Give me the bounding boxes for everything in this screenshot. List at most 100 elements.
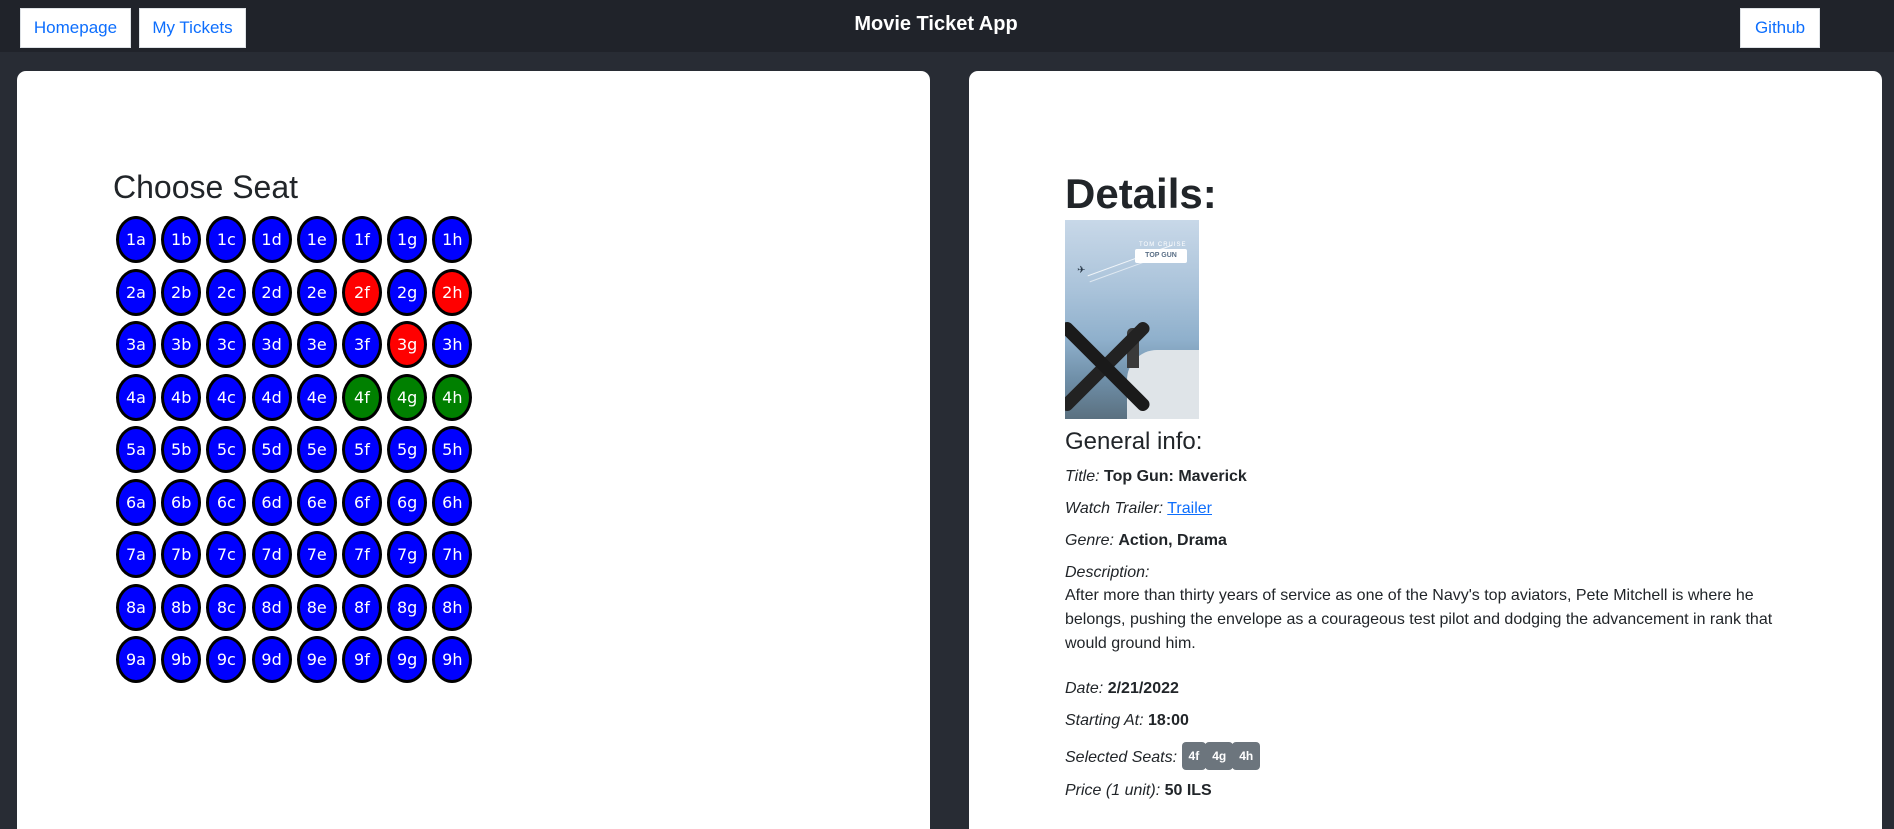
- title-line: Title: Top Gun: Maverick: [1065, 466, 1785, 488]
- selected-seats-badges: 4f 4g 4h: [1181, 742, 1261, 770]
- seat-7g[interactable]: 7g: [387, 531, 428, 578]
- seat-1b[interactable]: 1b: [161, 216, 202, 263]
- seat-2d[interactable]: 2d: [251, 268, 292, 316]
- date-value: 2/21/2022: [1107, 680, 1179, 697]
- movie-poster: ✈ TOM CRUISE TOP GUN: [1065, 220, 1199, 419]
- seat-badge: 4h: [1232, 742, 1261, 770]
- seat-7d[interactable]: 7d: [251, 531, 292, 578]
- seat-5h[interactable]: 5h: [432, 426, 473, 473]
- seat-8g[interactable]: 8g: [387, 583, 428, 631]
- description-label: Description:: [1065, 564, 1150, 581]
- seat-8a[interactable]: 8a: [116, 583, 156, 631]
- seat-8b[interactable]: 8b: [161, 583, 202, 631]
- seat-3h[interactable]: 3h: [432, 321, 473, 368]
- poster-logo: TOP GUN: [1135, 249, 1187, 263]
- seat-3a[interactable]: 3a: [116, 321, 156, 368]
- seat-4f[interactable]: 4f: [341, 373, 382, 421]
- seat-row: 7a 7b 7c 7d 7e 7f 7g 7h: [116, 531, 478, 584]
- seat-6h[interactable]: 6h: [432, 478, 473, 526]
- seat-8c[interactable]: 8c: [206, 583, 247, 631]
- seat-5d[interactable]: 5d: [251, 426, 292, 473]
- seat-6d[interactable]: 6d: [251, 478, 292, 526]
- details-section: Details: ✈ TOM CRUISE TOP GUN General in…: [1065, 171, 1785, 812]
- seat-row: 6a 6b 6c 6d 6e 6f 6g 6h: [116, 478, 478, 532]
- seat-3c[interactable]: 3c: [206, 321, 247, 368]
- seat-7c[interactable]: 7c: [206, 531, 247, 578]
- seat-1g[interactable]: 1g: [387, 216, 428, 263]
- selected-seats-line: Selected Seats: 4f 4g 4h: [1065, 742, 1785, 770]
- seat-4b[interactable]: 4b: [161, 373, 202, 421]
- seat-2h[interactable]: 2h: [432, 268, 473, 316]
- seat-2g[interactable]: 2g: [387, 268, 428, 316]
- app-title: Movie Ticket App: [854, 13, 1018, 35]
- seat-2b[interactable]: 2b: [161, 268, 202, 316]
- seat-9d[interactable]: 9d: [251, 636, 292, 683]
- genre-value: Action, Drama: [1118, 532, 1227, 549]
- seat-3d[interactable]: 3d: [251, 321, 292, 368]
- trailer-link[interactable]: Trailer: [1167, 500, 1212, 517]
- seat-6e[interactable]: 6e: [296, 478, 337, 526]
- choose-seat-heading: Choose Seat: [113, 169, 299, 205]
- price-label: Price (1 unit):: [1065, 782, 1161, 799]
- seat-3e[interactable]: 3e: [296, 321, 337, 368]
- seat-9f[interactable]: 9f: [341, 636, 382, 683]
- seat-3b[interactable]: 3b: [161, 321, 202, 368]
- seat-7e[interactable]: 7e: [296, 531, 337, 578]
- date-label: Date:: [1065, 680, 1104, 697]
- seat-9b[interactable]: 9b: [161, 636, 202, 683]
- genre-line: Genre: Action, Drama: [1065, 530, 1785, 552]
- title-label: Title:: [1065, 468, 1100, 485]
- seat-row: 3a 3b 3c 3d 3e 3f 3g 3h: [116, 321, 478, 374]
- seat-1h[interactable]: 1h: [432, 216, 473, 263]
- seat-2f[interactable]: 2f: [341, 268, 382, 316]
- seat-1c[interactable]: 1c: [206, 216, 247, 263]
- seat-8h[interactable]: 8h: [432, 583, 473, 631]
- seat-5a[interactable]: 5a: [116, 426, 156, 473]
- date-line: Date: 2/21/2022: [1065, 678, 1785, 700]
- seat-4h[interactable]: 4h: [432, 373, 473, 421]
- seat-5e[interactable]: 5e: [296, 426, 337, 473]
- seat-2a[interactable]: 2a: [116, 268, 156, 316]
- seat-8e[interactable]: 8e: [296, 583, 337, 631]
- seat-6b[interactable]: 6b: [161, 478, 202, 526]
- seat-1e[interactable]: 1e: [296, 216, 337, 263]
- seat-8f[interactable]: 8f: [341, 583, 382, 631]
- seat-7b[interactable]: 7b: [161, 531, 202, 578]
- seat-6c[interactable]: 6c: [206, 478, 247, 526]
- seat-7f[interactable]: 7f: [341, 531, 382, 578]
- seat-6a[interactable]: 6a: [116, 478, 156, 526]
- seat-badge: 4g: [1205, 742, 1234, 770]
- seat-row: 1a 1b 1c 1d 1e 1f 1g 1h: [116, 216, 478, 269]
- seat-6f[interactable]: 6f: [341, 478, 382, 526]
- seat-9h[interactable]: 9h: [432, 636, 473, 683]
- seat-1f[interactable]: 1f: [341, 216, 382, 263]
- seat-8d[interactable]: 8d: [251, 583, 292, 631]
- seat-2e[interactable]: 2e: [296, 268, 337, 316]
- navbar: Homepage My Tickets Movie Ticket App Git…: [0, 0, 1894, 52]
- seat-5c[interactable]: 5c: [206, 426, 247, 473]
- seat-1a[interactable]: 1a: [116, 216, 156, 263]
- seat-9e[interactable]: 9e: [296, 636, 337, 683]
- seat-row: 4a 4b 4c 4d 4e 4f 4g 4h: [116, 373, 478, 427]
- seat-6g[interactable]: 6g: [387, 478, 428, 526]
- seat-9c[interactable]: 9c: [206, 636, 247, 683]
- seat-4a[interactable]: 4a: [116, 373, 156, 421]
- seat-9g[interactable]: 9g: [387, 636, 428, 683]
- trailer-label: Watch Trailer:: [1065, 500, 1164, 517]
- seat-5f[interactable]: 5f: [341, 426, 382, 473]
- seat-7h[interactable]: 7h: [432, 531, 473, 578]
- seat-4d[interactable]: 4d: [251, 373, 292, 421]
- github-button[interactable]: Github: [1740, 8, 1820, 48]
- seat-3g[interactable]: 3g: [387, 321, 428, 368]
- seat-4c[interactable]: 4c: [206, 373, 247, 421]
- seat-5b[interactable]: 5b: [161, 426, 202, 473]
- seat-4g[interactable]: 4g: [387, 373, 428, 421]
- seat-5g[interactable]: 5g: [387, 426, 428, 473]
- seat-9a[interactable]: 9a: [116, 636, 156, 683]
- seat-7a[interactable]: 7a: [116, 531, 156, 578]
- seat-2c[interactable]: 2c: [206, 268, 247, 316]
- seat-1d[interactable]: 1d: [251, 216, 292, 263]
- seat-3f[interactable]: 3f: [341, 321, 382, 368]
- details-heading: Details:: [1065, 170, 1217, 217]
- seat-4e[interactable]: 4e: [296, 373, 337, 421]
